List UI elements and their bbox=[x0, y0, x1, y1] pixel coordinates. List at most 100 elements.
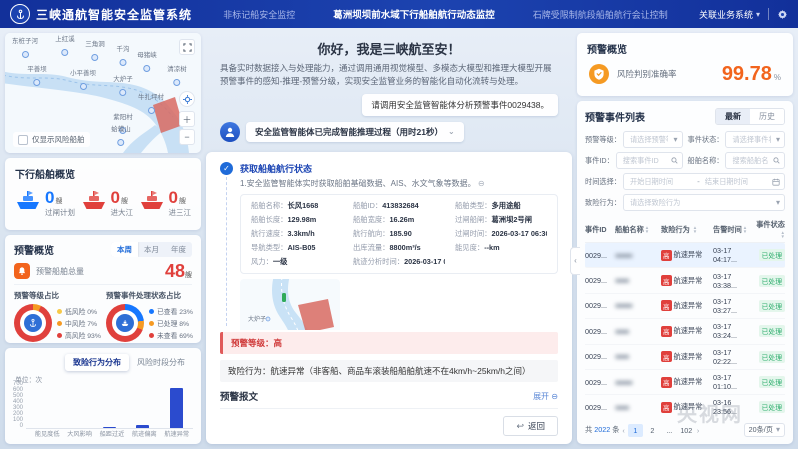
back-button[interactable]: ↩ 返回 bbox=[503, 416, 558, 436]
time-range-picker[interactable]: - bbox=[623, 173, 785, 190]
nav-item-0[interactable]: 非标记船安全监控 bbox=[223, 8, 295, 21]
ship-name-search[interactable] bbox=[725, 152, 785, 169]
event-table: 事件ID船舶名称▲▼致险行为▲▼告警时间▲▼事件状态▲▼ 0029...■■■■… bbox=[585, 217, 785, 419]
risk-only-checkbox[interactable] bbox=[18, 135, 28, 145]
per-page-select[interactable]: 20条/页 ▾ bbox=[744, 423, 785, 437]
legend-item: 高风险 93% bbox=[57, 330, 100, 340]
bar-能见度低 bbox=[28, 386, 58, 428]
header-nav: 非标记船安全监控 葛洲坝坝前水域下行船舶航行动态监控 石牌受限制航段船舶航行会让控制 bbox=[192, 7, 699, 21]
chart-tab-0[interactable]: 致险行为分布 bbox=[65, 354, 129, 371]
prev-page-button[interactable]: ‹ bbox=[622, 426, 624, 435]
risk-only-checkbox-row[interactable]: 仅显示风险船舶 bbox=[13, 132, 90, 147]
search-icon[interactable] bbox=[671, 157, 678, 164]
ship-info-field: 导航类型：AIS-B05 bbox=[251, 243, 343, 253]
warning-level-legend: 低风险 0%中风险 7%高风险 93% bbox=[57, 306, 100, 340]
status-cell: 已处理 bbox=[753, 351, 785, 363]
map-locate-button[interactable] bbox=[179, 91, 195, 107]
bar-x-axis-labels: 能见度低大风影响船距过近航迹偏离航速异常 bbox=[31, 429, 193, 438]
period-tab-2[interactable]: 年度 bbox=[165, 242, 192, 257]
assistant-hero: 你好，我是三峡航至安！ 具备实时数据接入与处理能力，通过调用通用视觉模型、多模态… bbox=[206, 33, 572, 146]
ship-position-map[interactable]: 大炉子 bbox=[240, 279, 340, 331]
nav-item-2[interactable]: 石牌受限制航段船舶航行会让控制 bbox=[533, 8, 668, 21]
mini-map[interactable]: 东桩子河上红溪三角洞千沟母猪峡清凉树平善坝小平善坝大炉子牛扎坪村紫阳村蛤蟆山 ＋… bbox=[5, 33, 201, 153]
pagination: 共 2022 条 ‹ 12...102 › 20条/页 ▾ bbox=[585, 423, 785, 437]
shield-icon bbox=[589, 64, 609, 84]
page-button-1[interactable]: 1 bbox=[628, 424, 643, 437]
risk-behavior-input[interactable] bbox=[628, 197, 773, 208]
status-cell: 已处理 bbox=[753, 401, 785, 413]
ship-stat-1: 0艘进大江 bbox=[81, 189, 134, 217]
warning-level-input[interactable] bbox=[628, 134, 671, 145]
page-button-...: ... bbox=[662, 424, 677, 437]
app-logo-icon bbox=[10, 4, 30, 24]
map-zoom-in-button[interactable]: ＋ bbox=[179, 111, 195, 127]
expand-report-link[interactable]: 展开 ⊖ bbox=[533, 391, 558, 402]
event-table-body: 0029...■■■■■高航速异常03-17 04:17...已处理0029..… bbox=[585, 243, 785, 419]
warning-level-select[interactable]: ▾ bbox=[623, 131, 683, 148]
page-button-2[interactable]: 2 bbox=[645, 424, 660, 437]
chart-tab-1[interactable]: 风险时段分布 bbox=[129, 354, 193, 371]
warning-status-chart-title: 预警事件处理状态占比 bbox=[106, 290, 192, 301]
period-tab-0[interactable]: 本周 bbox=[111, 242, 138, 257]
event-status-select[interactable]: ▾ bbox=[725, 131, 785, 148]
list-tab-0[interactable]: 最新 bbox=[716, 109, 750, 124]
svg-text:大炉子: 大炉子 bbox=[248, 315, 266, 323]
fold-icon[interactable]: ⊖ bbox=[478, 179, 485, 188]
column-header-3[interactable]: 告警时间▲▼ bbox=[713, 225, 753, 235]
map-fullscreen-button[interactable] bbox=[179, 39, 195, 55]
anchor-icon bbox=[24, 314, 42, 332]
collapse-chevron-icon[interactable]: ⌄ bbox=[448, 127, 455, 136]
panel-collapse-handle[interactable]: ‹ bbox=[570, 247, 580, 275]
warning-level-chart-block: 预警等级占比 低风险 0%中风险 7%高风险 93% bbox=[14, 290, 100, 342]
level-badge: 高 bbox=[661, 402, 672, 413]
event-id-input[interactable] bbox=[621, 155, 668, 166]
business-system-link[interactable]: 关联业务系统 ▾ bbox=[699, 8, 760, 21]
column-header-0: 事件ID bbox=[585, 225, 615, 235]
end-time-input[interactable] bbox=[703, 176, 769, 187]
ship-name-cell: ■■■■■ bbox=[615, 378, 661, 387]
warning-total-value: 48艘 bbox=[165, 262, 192, 280]
warning-status-donut bbox=[106, 304, 144, 342]
ship-icon bbox=[81, 189, 107, 211]
table-row[interactable]: 0029...■■■■高航速异常03-17 02:22...已处理 bbox=[585, 345, 785, 370]
table-row[interactable]: 0029...■■■■高航速异常03-17 03:38...已处理 bbox=[585, 268, 785, 293]
column-header-1[interactable]: 船舶名称▲▼ bbox=[615, 225, 661, 235]
warning-period-tabs: 本周本月年度 bbox=[111, 242, 192, 257]
ship-info-field: 船舶长度：129.98m bbox=[251, 215, 343, 225]
behavior-cell: 高航速异常 bbox=[661, 402, 713, 413]
alert-level-banner: 预警等级：高 bbox=[220, 332, 558, 354]
level-badge: 高 bbox=[661, 326, 672, 337]
period-tab-1[interactable]: 本月 bbox=[138, 242, 165, 257]
start-time-input[interactable] bbox=[628, 176, 694, 187]
table-row[interactable]: 0029...■■■■高航速异常03-17 03:24...已处理 bbox=[585, 319, 785, 344]
risk-behavior-select[interactable]: ▾ bbox=[623, 194, 785, 211]
column-header-4[interactable]: 事件状态▲▼ bbox=[753, 220, 785, 239]
page-button-102[interactable]: 102 bbox=[679, 424, 694, 437]
list-tab-1[interactable]: 历史 bbox=[750, 109, 784, 124]
search-icon[interactable] bbox=[773, 157, 780, 164]
step-check-icon: ✓ bbox=[220, 162, 233, 175]
table-row[interactable]: 0029...■■■■■高航速异常03-17 01:10...已处理 bbox=[585, 370, 785, 395]
ship-info-field: 船舶宽度：16.26m bbox=[353, 215, 445, 225]
event-status-input[interactable] bbox=[730, 134, 773, 145]
table-row[interactable]: 0029...■■■■高航速异常03-16 23:56...已处理 bbox=[585, 395, 785, 419]
column-header-2[interactable]: 致险行为▲▼ bbox=[661, 225, 713, 235]
risk-only-label: 仅显示风险船舶 bbox=[32, 134, 85, 145]
ship-name-input[interactable] bbox=[730, 155, 770, 166]
nav-item-1[interactable]: 葛洲坝坝前水域下行船舶航行动态监控 bbox=[333, 7, 495, 21]
reasoning-card: ✓ 获取船舶航行状态 1.安全监管智能体实时获取船舶基础数据、AIS、水文气象等… bbox=[206, 152, 572, 445]
level-badge: 高 bbox=[661, 275, 672, 286]
warning-status-chart-block: 预警事件处理状态占比 已查看 23%已处理 8%未查看 69% bbox=[106, 290, 192, 342]
table-row[interactable]: 0029...■■■■■高航速异常03-17 03:27...已处理 bbox=[585, 294, 785, 319]
event-id-search[interactable] bbox=[616, 152, 683, 169]
event-list-tabs: 最新历史 bbox=[715, 108, 785, 125]
settings-gear-icon[interactable] bbox=[777, 9, 788, 20]
filter-warning-level: 预警等级： ▾ bbox=[585, 131, 683, 148]
next-page-button[interactable]: › bbox=[697, 426, 699, 435]
alarm-icon bbox=[14, 263, 30, 279]
warning-status-legend: 已查看 23%已处理 8%未查看 69% bbox=[149, 306, 192, 340]
map-zoom-out-button[interactable]: − bbox=[179, 129, 195, 145]
table-row[interactable]: 0029...■■■■■高航速异常03-17 04:17...已处理 bbox=[585, 243, 785, 268]
chevron-down-icon: ▾ bbox=[776, 136, 780, 144]
agent-status-pill[interactable]: 安全监管智能体已完成智能推理过程（用时21秒） ⌄ bbox=[246, 122, 464, 142]
